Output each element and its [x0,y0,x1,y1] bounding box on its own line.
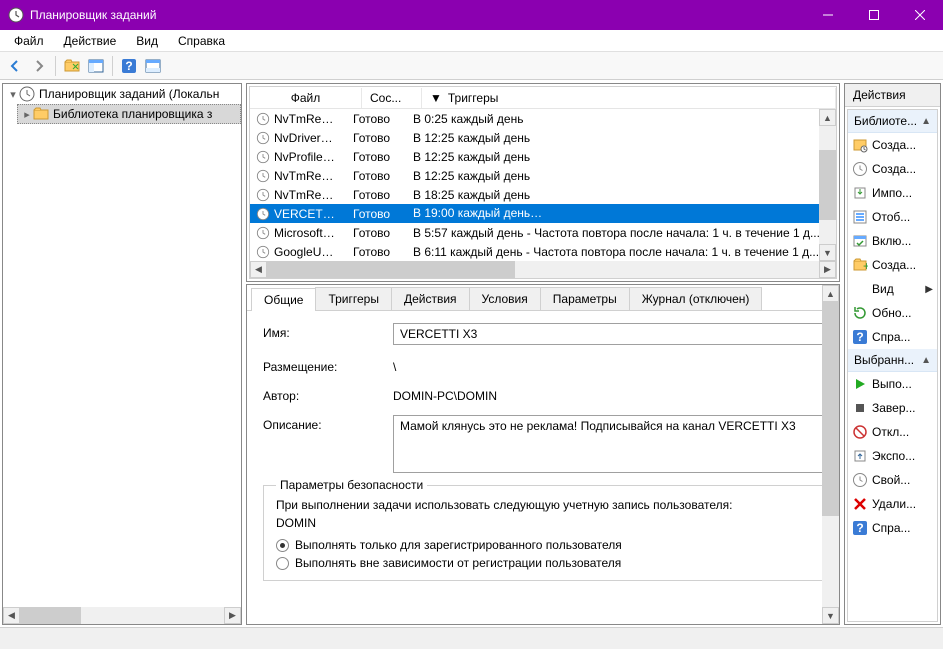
action-help[interactable]: ?Спра... [848,325,937,349]
actions-panel: Действия Библиоте...▲ Созда...Созда...Им… [844,83,941,625]
toolbar-folder-button[interactable] [61,55,83,77]
action-create-basic[interactable]: Созда... [848,133,937,157]
back-button[interactable] [4,55,26,77]
status-bar [0,627,943,649]
tree-library[interactable]: ▸ Библиотека планировщика з [17,104,241,124]
column-triggers[interactable]: ▼Триггеры [422,88,836,108]
tasks-vertical-scrollbar[interactable]: ▲▼ [819,109,836,261]
tree-expander-icon[interactable]: ▾ [7,88,19,101]
task-row[interactable]: NvTmRep_C...ГотовоВ 12:25 каждый день [250,166,836,185]
folder-icon [33,106,49,122]
toolbar: ? [0,52,943,80]
radio-icon [276,539,289,552]
task-list: Файл Сос... ▼Триггеры NvTmRep_C...Готово… [246,83,840,282]
scheduler-icon [19,86,35,102]
action-help[interactable]: ?Спра... [848,516,937,540]
radio-run-logged-in[interactable]: Выполнять только для зарегистрированного… [276,538,810,552]
action-import[interactable]: Импо... [848,181,937,205]
location-label: Размещение: [263,357,393,374]
svg-text:?: ? [125,59,132,73]
center-panel: Файл Сос... ▼Триггеры NvTmRep_C...Готово… [244,81,842,627]
action-enable-history[interactable]: Вклю... [848,229,937,253]
description-field[interactable] [393,415,823,473]
toolbar-detail-button[interactable] [142,55,164,77]
action-export[interactable]: Экспо... [848,444,937,468]
tree-horizontal-scrollbar[interactable]: ◀▶ [3,607,241,624]
action-disable[interactable]: Откл... [848,420,937,444]
toolbar-help-button[interactable]: ? [118,55,140,77]
security-legend: Параметры безопасности [276,478,427,492]
sort-indicator-icon: ▼ [430,91,442,105]
tree-root[interactable]: ▾ Планировщик заданий (Локальн [3,84,241,104]
task-row[interactable]: VERCETTI X3ГотовоВ 19:00 каждый день - Ч… [250,204,836,223]
tab-conditions[interactable]: Условия [469,287,541,310]
author-value: DOMIN-PC\DOMIN [393,386,823,403]
location-value: \ [393,357,823,374]
column-file[interactable]: Файл [250,88,362,108]
menu-help[interactable]: Справка [168,32,235,50]
app-icon [8,7,24,23]
security-user: DOMIN [276,516,810,530]
column-status[interactable]: Сос... [362,88,422,108]
minimize-button[interactable] [805,0,851,30]
actions-group-library[interactable]: Библиоте...▲ [848,110,937,133]
author-label: Автор: [263,386,393,403]
chevron-up-icon: ▲ [921,355,931,366]
svg-text:?: ? [856,330,863,344]
chevron-up-icon: ▲ [921,116,931,127]
description-label: Описание: [263,415,393,432]
action-delete[interactable]: Удали... [848,492,937,516]
name-label: Имя: [263,323,393,340]
tasks-horizontal-scrollbar[interactable]: ◀▶ [250,261,836,278]
task-row[interactable]: NvTmRep_C...ГотовоВ 18:25 каждый день [250,185,836,204]
task-row[interactable]: NvProfileUp...ГотовоВ 12:25 каждый день [250,147,836,166]
task-row[interactable]: NvDriverUp...ГотовоВ 12:25 каждый день [250,128,836,147]
svg-text:?: ? [856,521,863,535]
menu-action[interactable]: Действие [54,32,127,50]
details-tabs: Общие Триггеры Действия Условия Параметр… [247,285,839,311]
radio-run-any[interactable]: Выполнять вне зависимости от регистрации… [276,556,810,570]
tab-history[interactable]: Журнал (отключен) [629,287,763,310]
svg-text:+: + [863,259,868,273]
name-field[interactable]: VERCETTI X3 [393,323,823,345]
main-area: ▾ Планировщик заданий (Локальн ▸ Библиот… [0,80,943,627]
tree-panel: ▾ Планировщик заданий (Локальн ▸ Библиот… [2,83,242,625]
task-details: Общие Триггеры Действия Условия Параметр… [246,284,840,625]
title-bar: Планировщик заданий [0,0,943,30]
forward-button[interactable] [28,55,50,77]
security-text: При выполнении задачи использовать следу… [276,498,810,512]
window-title: Планировщик заданий [30,8,805,22]
chevron-right-icon: ▶ [925,284,933,295]
action-new-folder[interactable]: +Созда... [848,253,937,277]
action-view[interactable]: Вид▶ [848,277,937,301]
action-end[interactable]: Завер... [848,396,937,420]
tab-settings[interactable]: Параметры [540,287,630,310]
close-button[interactable] [897,0,943,30]
task-row[interactable]: GoogleUpda...ГотовоВ 6:11 каждый день - … [250,242,836,261]
action-properties[interactable]: Свой... [848,468,937,492]
menu-file[interactable]: Файл [4,32,54,50]
tree-expander-icon[interactable]: ▸ [21,108,33,121]
action-display-running[interactable]: Отоб... [848,205,937,229]
radio-icon [276,557,289,570]
task-row[interactable]: NvTmRep_C...ГотовоВ 0:25 каждый день [250,109,836,128]
toolbar-panes-button[interactable] [85,55,107,77]
menu-bar: Файл Действие Вид Справка [0,30,943,52]
tree-root-label: Планировщик заданий (Локальн [39,87,219,101]
action-refresh[interactable]: Обно... [848,301,937,325]
action-run[interactable]: Выпо... [848,372,937,396]
details-vertical-scrollbar[interactable]: ▲▼ [822,285,839,624]
actions-group-selected[interactable]: Выбранн...▲ [848,349,937,372]
security-fieldset: Параметры безопасности При выполнении за… [263,485,823,581]
tab-actions[interactable]: Действия [391,287,470,310]
task-list-header: Файл Сос... ▼Триггеры [250,87,836,109]
task-row[interactable]: MicrosoftEd...ГотовоВ 5:57 каждый день -… [250,223,836,242]
actions-title: Действия [845,84,940,107]
tree-library-label: Библиотека планировщика з [53,107,212,121]
tab-general[interactable]: Общие [251,288,316,311]
menu-view[interactable]: Вид [126,32,168,50]
tab-triggers[interactable]: Триггеры [315,287,392,310]
action-create[interactable]: Созда... [848,157,937,181]
maximize-button[interactable] [851,0,897,30]
